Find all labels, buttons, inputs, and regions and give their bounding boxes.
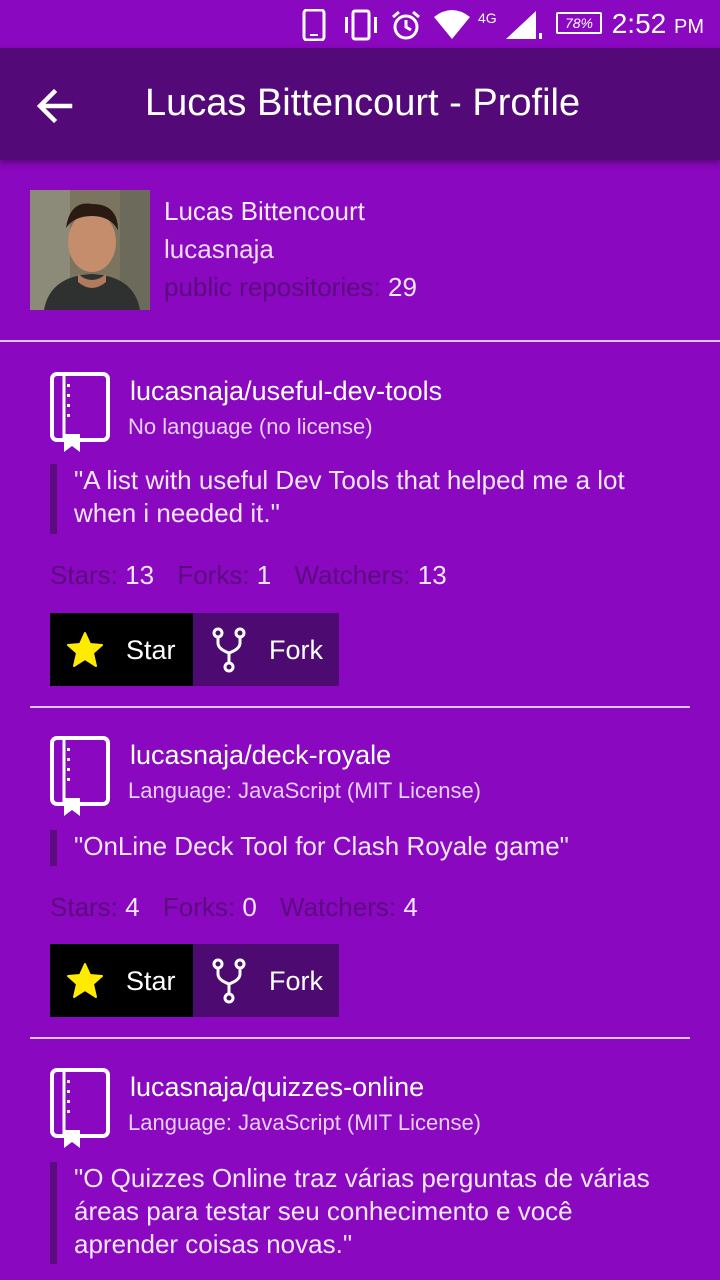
repo-actions: Star Fork: [50, 944, 339, 1017]
user-name: Lucas Bittencourt: [164, 196, 365, 226]
battery-level: 78%: [564, 15, 594, 31]
fork-button[interactable]: Fork: [193, 613, 339, 686]
repo-book-icon: [50, 1068, 110, 1148]
signal-icon: [506, 11, 542, 39]
repo-name[interactable]: lucasnaja/deck-royale: [130, 740, 391, 771]
repo-actions: Star Fork: [50, 613, 339, 686]
user-login: lucasnaja: [164, 234, 274, 264]
repo-stats: Stars: 4 Forks: 0 Watchers: 4: [50, 892, 418, 922]
repo-description: "OnLine Deck Tool for Clash Royale game": [50, 830, 680, 866]
fork-icon: [212, 627, 246, 673]
clock: 2:52 PM: [611, 8, 704, 39]
star-button[interactable]: Star: [50, 613, 193, 686]
divider: [30, 706, 690, 708]
watchers-count: 4: [403, 892, 418, 922]
stars-count: 13: [125, 560, 155, 590]
repo-stats: Stars: 13 Forks: 1 Watchers: 13: [50, 560, 447, 590]
network-type: 4G: [478, 10, 497, 26]
repo-language: Language: JavaScript (MIT License): [128, 778, 481, 803]
back-arrow-icon[interactable]: [26, 78, 82, 134]
repo-name[interactable]: lucasnaja/quizzes-online: [130, 1072, 424, 1103]
repo-book-icon: [50, 736, 110, 816]
repo-name[interactable]: lucasnaja/useful-dev-tools: [130, 376, 442, 407]
battery-icon: 78%: [556, 12, 602, 34]
profile-header: Lucas Bittencourt lucasnaja public repos…: [0, 160, 720, 341]
repo-language: No language (no license): [128, 414, 373, 439]
fork-icon: [212, 958, 246, 1004]
divider: [30, 1037, 690, 1039]
wifi-icon: [434, 10, 470, 39]
star-icon: [67, 632, 103, 667]
divider: [0, 340, 720, 342]
forks-count: 0: [242, 892, 257, 922]
repo-description: "A list with useful Dev Tools that helpe…: [50, 464, 680, 534]
repo-card[interactable]: lucasnaja/useful-dev-tools No language (…: [0, 372, 720, 690]
fork-button-label: Fork: [269, 966, 323, 996]
repo-card[interactable]: lucasnaja/quizzes-online Language: JavaS…: [0, 1068, 720, 1280]
star-button[interactable]: Star: [50, 944, 193, 1017]
alarm-icon: [392, 10, 420, 40]
fork-button-label: Fork: [269, 635, 323, 665]
watchers-count: 13: [417, 560, 447, 590]
star-icon: [67, 963, 103, 998]
repo-book-icon: [50, 372, 110, 452]
stars-count: 4: [125, 892, 140, 922]
vibrate-icon: [345, 9, 377, 41]
app-bar: Lucas Bittencourt - Profile: [0, 48, 720, 160]
fork-button[interactable]: Fork: [193, 944, 339, 1017]
repo-card[interactable]: lucasnaja/deck-royale Language: JavaScri…: [0, 736, 720, 1020]
page-title: Lucas Bittencourt - Profile: [145, 82, 581, 124]
public-repos-count: public repositories: 29: [164, 272, 417, 302]
status-bar: 4G 78% 2:52 PM: [0, 0, 720, 48]
star-button-label: Star: [126, 966, 176, 996]
repo-description: "O Quizzes Online traz várias perguntas …: [50, 1162, 680, 1264]
avatar[interactable]: [30, 190, 150, 310]
phone-icon: [302, 9, 326, 41]
repo-language: Language: JavaScript (MIT License): [128, 1110, 481, 1135]
forks-count: 1: [256, 560, 272, 590]
star-button-label: Star: [126, 635, 176, 665]
